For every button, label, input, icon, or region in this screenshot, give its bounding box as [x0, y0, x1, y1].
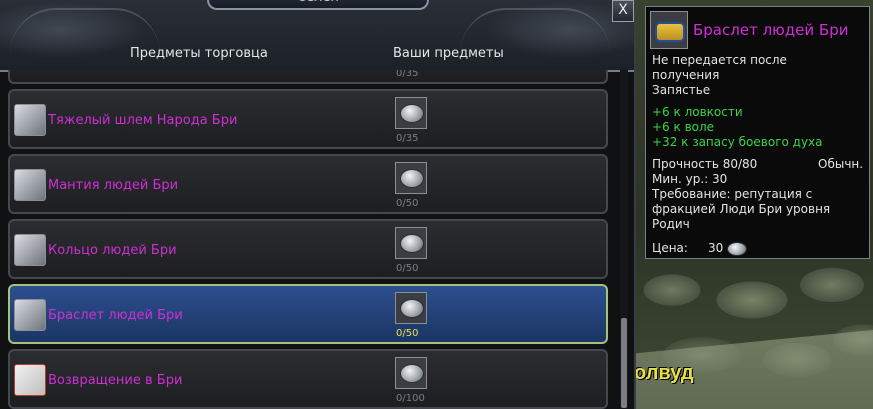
quality-text: Обычн. [818, 157, 864, 171]
list-item[interactable]: Мантия людей Бри 0/50 [8, 154, 608, 214]
item-list: 0/35 Тяжелый шлем Народа Бри 0/35 Мантия… [0, 70, 620, 409]
item-name: Браслет людей Бри [48, 308, 183, 323]
currency-token-icon [395, 227, 427, 259]
bind-text: Не передается после [652, 53, 787, 67]
ring-icon [14, 234, 46, 266]
robe-icon [14, 169, 46, 201]
requirement-text: фракцией Люди Бри уровня [652, 202, 831, 216]
currency-token-icon [395, 97, 427, 129]
list-item[interactable]: Тяжелый шлем Народа Бри 0/35 [8, 89, 608, 149]
item-name: Возвращение в Бри [48, 373, 183, 388]
item-tooltip: Браслет людей Бри Не передается после по… [645, 6, 870, 259]
your-items-header: Ваши предметы [393, 46, 504, 61]
requirement-text: Требование: репутация с [652, 187, 813, 201]
bind-text: получения [652, 68, 720, 82]
price-label: Цена: [652, 241, 688, 255]
durability-text: Прочность 80/80 [652, 157, 758, 171]
slot-text: Запястье [652, 83, 711, 97]
list-item[interactable]: Возвращение в Бри 0/100 [8, 349, 608, 409]
tooltip-title: Браслет людей Бри [693, 21, 849, 39]
stat-line: +32 к запасу боевого духа [652, 135, 823, 149]
price-quantity: 0/50 [396, 328, 419, 339]
scrollbar-thumb[interactable] [621, 318, 627, 408]
currency-token-icon [395, 162, 427, 194]
bracelet-icon [14, 299, 46, 331]
currency-token-icon [395, 292, 427, 324]
requirement-text: Родич [652, 217, 690, 231]
item-name: Мантия людей Бри [48, 178, 179, 193]
stat-line: +6 к воле [652, 120, 715, 134]
price-quantity: 0/35 [396, 70, 419, 79]
helmet-icon [14, 104, 46, 136]
price-quantity: 0/50 [396, 263, 419, 274]
coin-icon [727, 242, 747, 256]
price-quantity: 0/100 [396, 393, 425, 404]
list-item[interactable]: Кольцо людей Бри 0/50 [8, 219, 608, 279]
price-value: 30 [708, 241, 724, 255]
close-button[interactable]: X [612, 0, 634, 22]
list-item-selected[interactable]: Браслет людей Бри 0/50 [8, 284, 608, 344]
vendor-window: Селен Предметы торговца Ваши предметы X … [0, 0, 636, 409]
location-name: олвуд [634, 362, 694, 384]
item-name: Тяжелый шлем Народа Бри [48, 113, 238, 128]
bracelet-icon [650, 11, 688, 49]
item-name: Кольцо людей Бри [48, 243, 177, 258]
price-quantity: 0/50 [396, 198, 419, 209]
list-item-partial[interactable]: 0/35 [8, 70, 608, 84]
window-title: Селен [207, 0, 429, 10]
vendor-items-header: Предметы торговца [130, 46, 268, 61]
currency-token-icon [395, 357, 427, 389]
min-level-text: Мин. ур.: 30 [652, 172, 728, 186]
stat-line: +6 к ловкости [652, 105, 743, 119]
scroll-icon [14, 364, 46, 396]
price-quantity: 0/35 [396, 133, 419, 144]
vendor-header: Селен Предметы торговца Ваши предметы [0, 0, 634, 72]
